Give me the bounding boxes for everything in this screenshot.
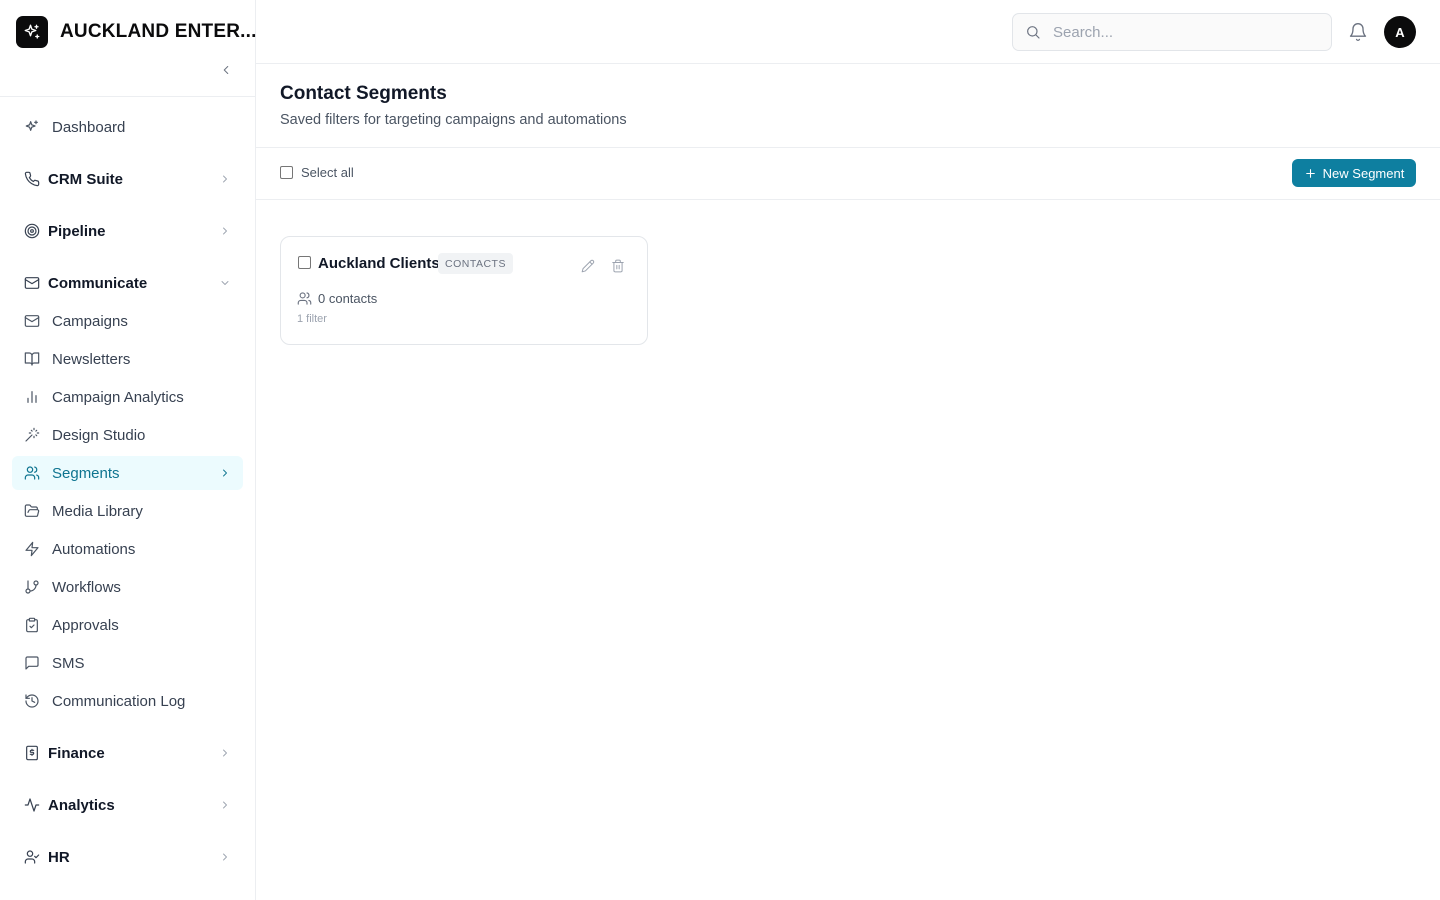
history-icon xyxy=(24,693,40,709)
sidebar-section-crm-suite[interactable]: CRM Suite xyxy=(12,162,243,196)
sidebar-item-label: SMS xyxy=(52,654,85,672)
sidebar-item-campaigns[interactable]: Campaigns xyxy=(12,304,243,338)
sidebar-item-label: Media Library xyxy=(52,502,143,520)
collapse-sidebar-button[interactable] xyxy=(216,60,236,80)
sidebar-section-finance[interactable]: Finance xyxy=(12,736,243,770)
sidebar-item-label: Design Studio xyxy=(52,426,146,444)
trash-icon xyxy=(611,259,625,273)
plus-icon xyxy=(1304,167,1317,180)
segment-contacts: 0 contacts xyxy=(297,291,377,306)
new-segment-label: New Segment xyxy=(1322,165,1405,181)
sidebar-item-sms[interactable]: SMS xyxy=(12,646,243,680)
search-input[interactable] xyxy=(1053,23,1313,41)
sparkle-icon xyxy=(24,119,40,135)
sidebar-item-workflows[interactable]: Workflows xyxy=(12,570,243,604)
chevron-right-icon xyxy=(219,173,231,185)
sidebar-item-approvals[interactable]: Approvals xyxy=(12,608,243,642)
sidebar-section-label: CRM Suite xyxy=(48,170,123,188)
sidebar-item-label: Newsletters xyxy=(52,350,131,368)
segment-checkbox[interactable] xyxy=(298,256,311,269)
sidebar-section-label: HR xyxy=(48,848,70,866)
sidebar-item-label: Campaign Analytics xyxy=(52,388,184,406)
folder-open-icon xyxy=(24,503,40,519)
delete-segment-button[interactable] xyxy=(611,259,625,273)
chevron-right-icon xyxy=(219,851,231,863)
segment-filter-count: 1 filter xyxy=(297,313,327,325)
brand-name: AUCKLAND ENTER... xyxy=(60,21,257,42)
brand[interactable]: AUCKLAND ENTER... xyxy=(16,16,257,48)
new-segment-button[interactable]: New Segment xyxy=(1292,159,1416,187)
users-icon xyxy=(297,291,312,306)
segment-type-badge: CONTACTS xyxy=(438,253,513,274)
sidebar-item-label: Campaigns xyxy=(52,312,128,330)
page-subtitle: Saved filters for targeting campaigns an… xyxy=(280,112,627,128)
chevron-right-icon xyxy=(219,225,231,237)
sidebar-section-label: Pipeline xyxy=(48,222,106,240)
git-branch-icon xyxy=(24,579,40,595)
chevron-left-icon xyxy=(219,63,233,77)
chevron-right-icon xyxy=(219,467,231,479)
sidebar-item-label: Communication Log xyxy=(52,692,186,710)
chevron-right-icon xyxy=(219,747,231,759)
zap-icon xyxy=(24,541,40,557)
sidebar-section-hr[interactable]: HR xyxy=(12,840,243,874)
activity-icon xyxy=(24,797,40,813)
mail-icon xyxy=(24,313,40,329)
sidebar: AUCKLAND ENTER... Dashboard CRM Suite Pi… xyxy=(0,0,256,900)
users-icon xyxy=(24,465,40,481)
sidebar-item-media-library[interactable]: Media Library xyxy=(12,494,243,528)
segment-card[interactable]: Auckland Clients CONTACTS 0 contacts 1 f… xyxy=(280,236,648,345)
sidebar-item-automations[interactable]: Automations xyxy=(12,532,243,566)
bar-chart-icon xyxy=(24,389,40,405)
sidebar-divider xyxy=(0,96,255,97)
sidebar-section-label: Finance xyxy=(48,744,105,762)
segment-name: Auckland Clients xyxy=(318,255,440,272)
toolbar-divider-bottom xyxy=(256,199,1440,200)
sidebar-item-label: Automations xyxy=(52,540,136,558)
select-all-label: Select all xyxy=(301,165,354,180)
sparkles-logo-icon xyxy=(16,16,48,48)
sidebar-item-communication-log[interactable]: Communication Log xyxy=(12,684,243,718)
bell-icon xyxy=(1348,22,1368,42)
sidebar-item-label: Approvals xyxy=(52,616,119,634)
select-all[interactable]: Select all xyxy=(280,165,354,180)
sidebar-item-dashboard[interactable]: Dashboard xyxy=(12,110,243,144)
clipboard-check-icon xyxy=(24,617,40,633)
avatar[interactable]: A xyxy=(1384,16,1416,48)
search-box[interactable] xyxy=(1012,13,1332,51)
sidebar-item-newsletters[interactable]: Newsletters xyxy=(12,342,243,376)
chevron-down-icon xyxy=(219,277,231,289)
sidebar-item-label: Segments xyxy=(52,464,120,482)
message-square-icon xyxy=(24,655,40,671)
book-open-icon xyxy=(24,351,40,367)
phone-icon xyxy=(24,171,40,187)
sidebar-section-label: Analytics xyxy=(48,796,115,814)
target-icon xyxy=(24,223,40,239)
sidebar-section-analytics[interactable]: Analytics xyxy=(12,788,243,822)
select-all-checkbox[interactable] xyxy=(280,166,293,179)
sidebar-section-communicate[interactable]: Communicate xyxy=(12,266,243,300)
receipt-icon xyxy=(24,745,40,761)
chevron-right-icon xyxy=(219,799,231,811)
topbar: A xyxy=(256,0,1440,64)
edit-segment-button[interactable] xyxy=(581,259,595,273)
page-title: Contact Segments xyxy=(280,83,447,104)
wand-icon xyxy=(24,427,40,443)
sidebar-section-pipeline[interactable]: Pipeline xyxy=(12,214,243,248)
user-check-icon xyxy=(24,849,40,865)
search-icon xyxy=(1025,24,1041,40)
sidebar-item-design-studio[interactable]: Design Studio xyxy=(12,418,243,452)
toolbar-divider-top xyxy=(256,147,1440,148)
sidebar-item-label: Dashboard xyxy=(52,118,126,136)
sidebar-item-campaign-analytics[interactable]: Campaign Analytics xyxy=(12,380,243,414)
mail-icon xyxy=(24,275,40,291)
sidebar-item-label: Workflows xyxy=(52,578,121,596)
sidebar-section-label: Communicate xyxy=(48,274,148,292)
pencil-icon xyxy=(581,259,595,273)
sidebar-item-segments[interactable]: Segments xyxy=(12,456,243,490)
notifications-button[interactable] xyxy=(1348,22,1368,42)
segment-contact-count: 0 contacts xyxy=(318,291,378,306)
